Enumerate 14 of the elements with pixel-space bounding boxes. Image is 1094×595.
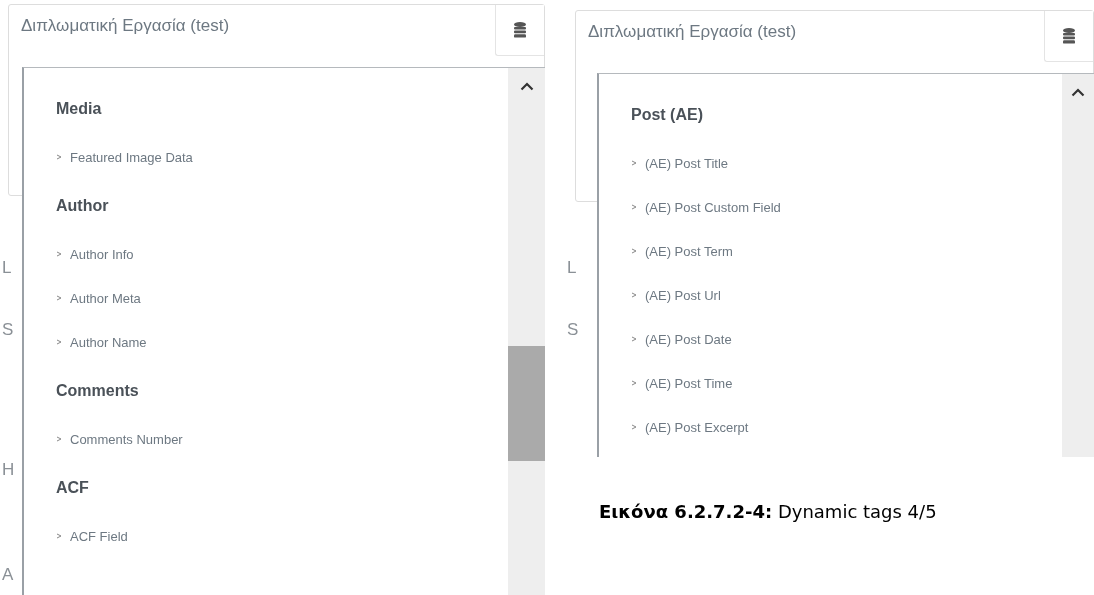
- control-label: A: [2, 565, 14, 585]
- group-heading: ACF: [56, 477, 90, 498]
- group-heading: Media: [56, 98, 103, 119]
- control-label: S: [2, 320, 14, 340]
- control-label: S: [567, 320, 579, 340]
- figure-caption: Εικόνα 6.2.7.2-4: Dynamic tags 4/5: [599, 501, 938, 522]
- group-heading: Post (AE): [631, 104, 704, 125]
- field-value: Διπλωματική Εργασία (test): [20, 15, 231, 37]
- group-heading: Comments: [56, 380, 140, 401]
- field-value: Διπλωματική Εργασία (test): [587, 21, 798, 43]
- control-label: H: [2, 460, 15, 480]
- control-label: L: [567, 258, 577, 278]
- control-label: L: [2, 258, 12, 278]
- group-heading: Author: [56, 195, 110, 216]
